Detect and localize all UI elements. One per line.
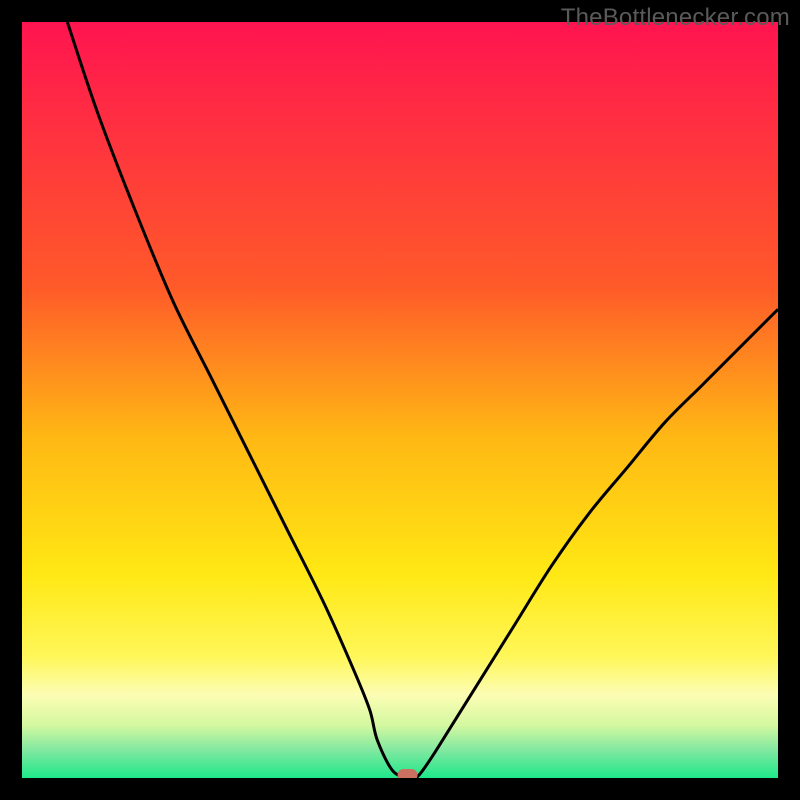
minimum-marker (398, 769, 418, 778)
bottleneck-curve (22, 22, 778, 778)
plot-area (22, 22, 778, 778)
curve-path (67, 22, 778, 778)
attribution-label: TheBottlenecker.com (561, 4, 790, 32)
bottleneck-chart: TheBottlenecker.com (0, 0, 800, 800)
